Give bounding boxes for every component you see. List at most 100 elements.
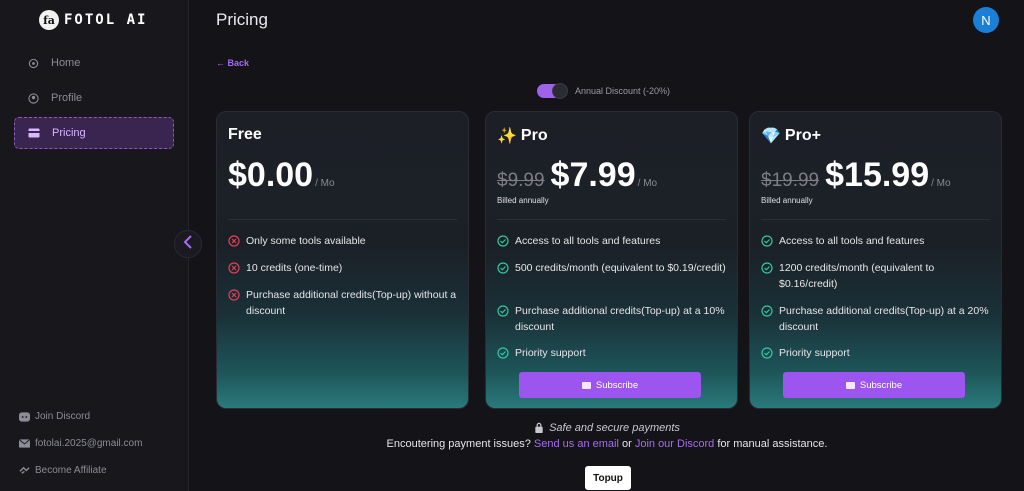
sidebar-item-label: Profile <box>51 92 83 104</box>
issues-or: or <box>621 438 632 450</box>
handshake-icon <box>19 465 30 476</box>
toggle-knob <box>552 83 568 99</box>
check-circle-icon <box>497 347 509 359</box>
topup-button[interactable]: Topup <box>585 466 631 490</box>
secure-text: Safe and secure payments <box>549 422 680 434</box>
feature-text: Purchase additional credits(Top-up) with… <box>246 289 457 317</box>
footer-label: Become Affiliate <box>35 465 107 476</box>
sidebar-item-profile[interactable]: Profile <box>14 82 174 114</box>
plan-name-row: ✨ Pro <box>497 126 548 146</box>
chevron-left-icon <box>183 234 193 254</box>
footer-label: Join Discord <box>35 411 91 422</box>
check-circle-icon <box>761 305 773 317</box>
check-circle-icon <box>761 347 773 359</box>
subscribe-button[interactable]: Subscribe <box>519 372 701 398</box>
card-icon <box>28 127 40 139</box>
secure-payments-note: Safe and secure payments <box>0 422 1024 436</box>
feature-item: 10 credits (one-time) <box>228 260 458 276</box>
check-circle-icon <box>497 262 509 274</box>
sparkles-icon: ✨ <box>497 128 517 145</box>
check-circle-icon <box>761 235 773 247</box>
profile-icon <box>27 92 39 104</box>
cross-circle-icon <box>228 289 240 301</box>
brand-mark-icon: fa <box>39 10 59 30</box>
plan-old-price: $9.99 <box>497 170 545 191</box>
sidebar-item-label: Pricing <box>52 127 86 139</box>
subscribe-label: Subscribe <box>595 379 639 391</box>
feature-item: Purchase additional credits(Top-up) at a… <box>497 303 727 335</box>
annual-discount-toggle[interactable] <box>537 83 568 99</box>
avatar[interactable]: N <box>973 7 999 33</box>
feature-item: Purchase additional credits(Top-up) at a… <box>761 303 991 335</box>
feature-text: Priority support <box>515 347 586 359</box>
page-title: Pricing <box>216 10 268 29</box>
sidebar-item-home[interactable]: Home <box>14 47 174 79</box>
feature-text: Access to all tools and features <box>779 235 925 247</box>
feature-item: Access to all tools and features <box>497 233 727 249</box>
plan-card-free: Free $0.00 / Mo Only some tools availabl… <box>216 111 469 409</box>
plan-price: $7.99 <box>550 156 636 194</box>
price-period: / Mo <box>931 178 951 189</box>
billing-note: Billed annually <box>761 196 813 205</box>
price-row: $0.00 / Mo <box>228 156 335 195</box>
issues-suffix: for manual assistance. <box>717 438 828 450</box>
check-circle-icon <box>497 235 509 247</box>
feature-item: Purchase additional credits(Top-up) with… <box>228 287 458 319</box>
feature-text: Access to all tools and features <box>515 235 661 247</box>
feature-text: 1200 credits/month (equivalent to $0.16/… <box>779 262 935 290</box>
lock-icon <box>534 422 544 436</box>
plan-name: Pro <box>520 127 548 144</box>
annual-discount-toggle-row: Annual Discount (-20%) <box>537 83 671 99</box>
cross-circle-icon <box>228 235 240 247</box>
brand-name: FOTOL AI <box>64 12 148 28</box>
brand-logo[interactable]: fa FOTOL AI <box>39 10 147 30</box>
issues-prefix: Encoutering payment issues? <box>386 438 531 450</box>
card-icon <box>845 381 855 389</box>
feature-text: Purchase additional credits(Top-up) at a… <box>515 305 725 333</box>
discord-icon <box>19 411 30 422</box>
back-link[interactable]: ← Back <box>216 58 249 68</box>
collapse-sidebar-button[interactable] <box>174 230 202 258</box>
sidebar-item-label: Home <box>51 57 81 69</box>
feature-text: Priority support <box>779 347 850 359</box>
divider <box>761 219 990 220</box>
price-row: $9.99 $7.99 / Mo <box>497 156 657 195</box>
divider <box>497 219 726 220</box>
diamond-icon: 💎 <box>761 128 781 145</box>
subscribe-label: Subscribe <box>859 379 903 391</box>
plan-card-pro: ✨ Pro $9.99 $7.99 / Mo Billed annually A… <box>485 111 738 409</box>
price-row: $19.99 $15.99 / Mo <box>761 156 951 195</box>
plan-name: Free <box>228 126 262 143</box>
plan-old-price: $19.99 <box>761 170 820 191</box>
feature-item: Access to all tools and features <box>761 233 991 249</box>
toggle-label: Annual Discount (-20%) <box>575 86 671 96</box>
sidebar-item-pricing[interactable]: Pricing <box>14 117 174 149</box>
price-period: / Mo <box>637 178 658 189</box>
check-circle-icon <box>497 305 509 317</box>
plan-price: $0.00 <box>228 156 314 194</box>
send-email-link[interactable]: Send us an email <box>534 438 619 450</box>
plan-price: $15.99 <box>825 156 930 194</box>
become-affiliate-link[interactable]: Become Affiliate <box>19 465 107 476</box>
divider <box>228 219 457 220</box>
billing-note: Billed annually <box>497 196 549 205</box>
home-icon <box>27 57 39 69</box>
feature-item: 500 credits/month (equivalent to $0.19/c… <box>497 260 727 276</box>
feature-item: Priority support <box>761 345 991 361</box>
join-discord-link[interactable]: Join Discord <box>19 411 90 422</box>
cross-circle-icon <box>228 262 240 274</box>
feature-item: 1200 credits/month (equivalent to $0.16/… <box>761 260 991 292</box>
plan-card-pro-plus: 💎 Pro+ $19.99 $15.99 / Mo Billed annuall… <box>749 111 1002 409</box>
price-period: / Mo <box>315 178 335 189</box>
plan-name-row: 💎 Pro+ <box>761 126 821 146</box>
sidebar: fa FOTOL AI Home Profile Pricing Join Di… <box>0 0 189 491</box>
check-circle-icon <box>761 262 773 274</box>
plan-name: Pro+ <box>784 127 821 144</box>
feature-item: Priority support <box>497 345 727 361</box>
feature-text: 500 credits/month (equivalent to $0.19/c… <box>515 262 726 274</box>
card-icon <box>581 381 591 389</box>
subscribe-button[interactable]: Subscribe <box>783 372 965 398</box>
feature-text: Purchase additional credits(Top-up) at a… <box>779 305 989 333</box>
join-discord-inline-link[interactable]: Join our Discord <box>635 438 714 450</box>
feature-item: Only some tools available <box>228 233 458 249</box>
